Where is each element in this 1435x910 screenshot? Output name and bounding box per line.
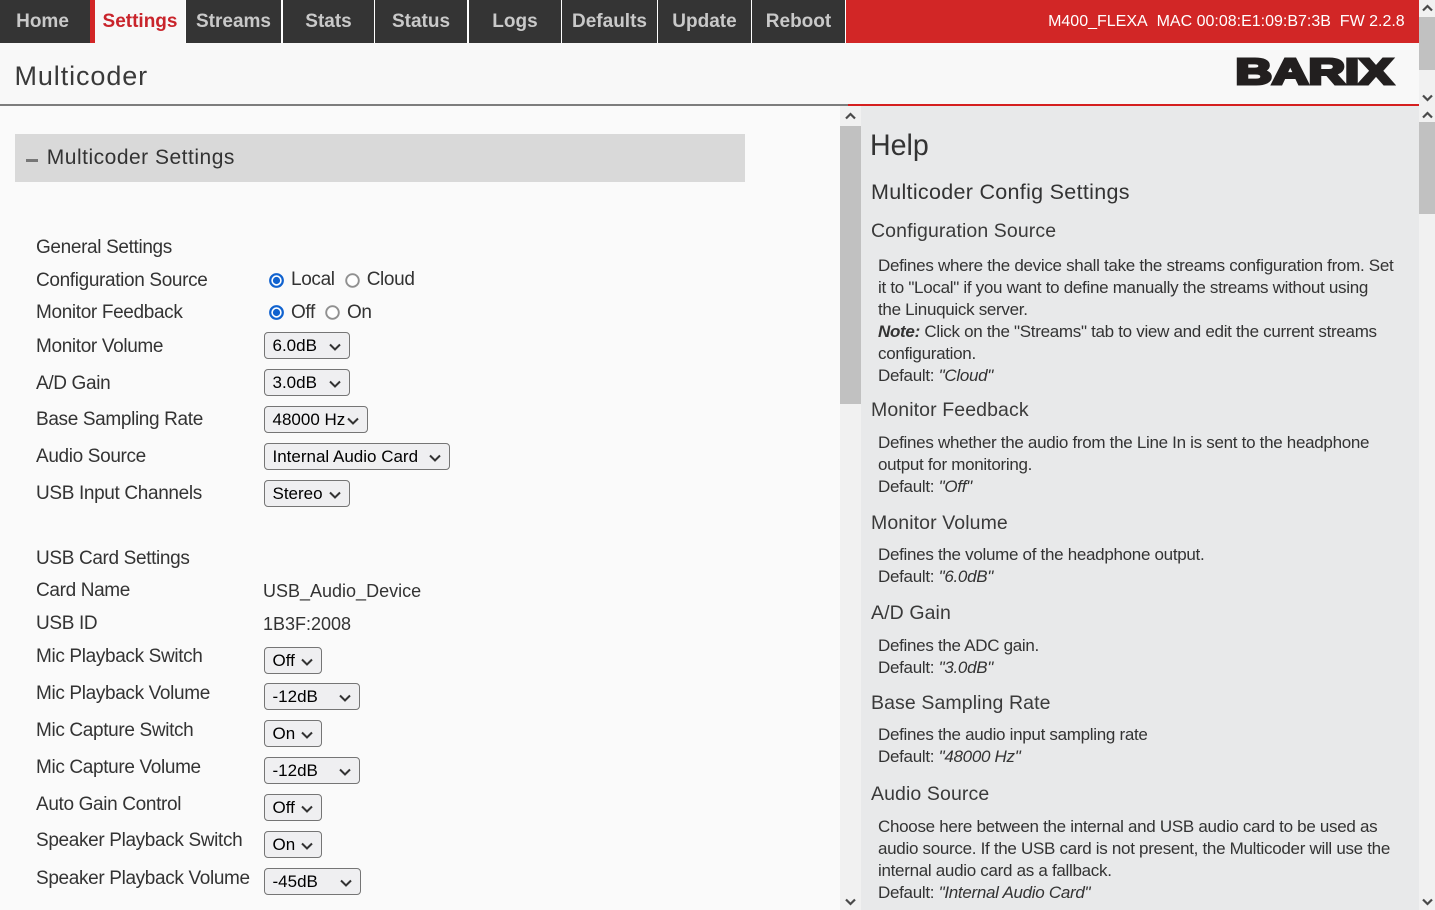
svg-text:BARIX: BARIX	[1235, 55, 1392, 88]
